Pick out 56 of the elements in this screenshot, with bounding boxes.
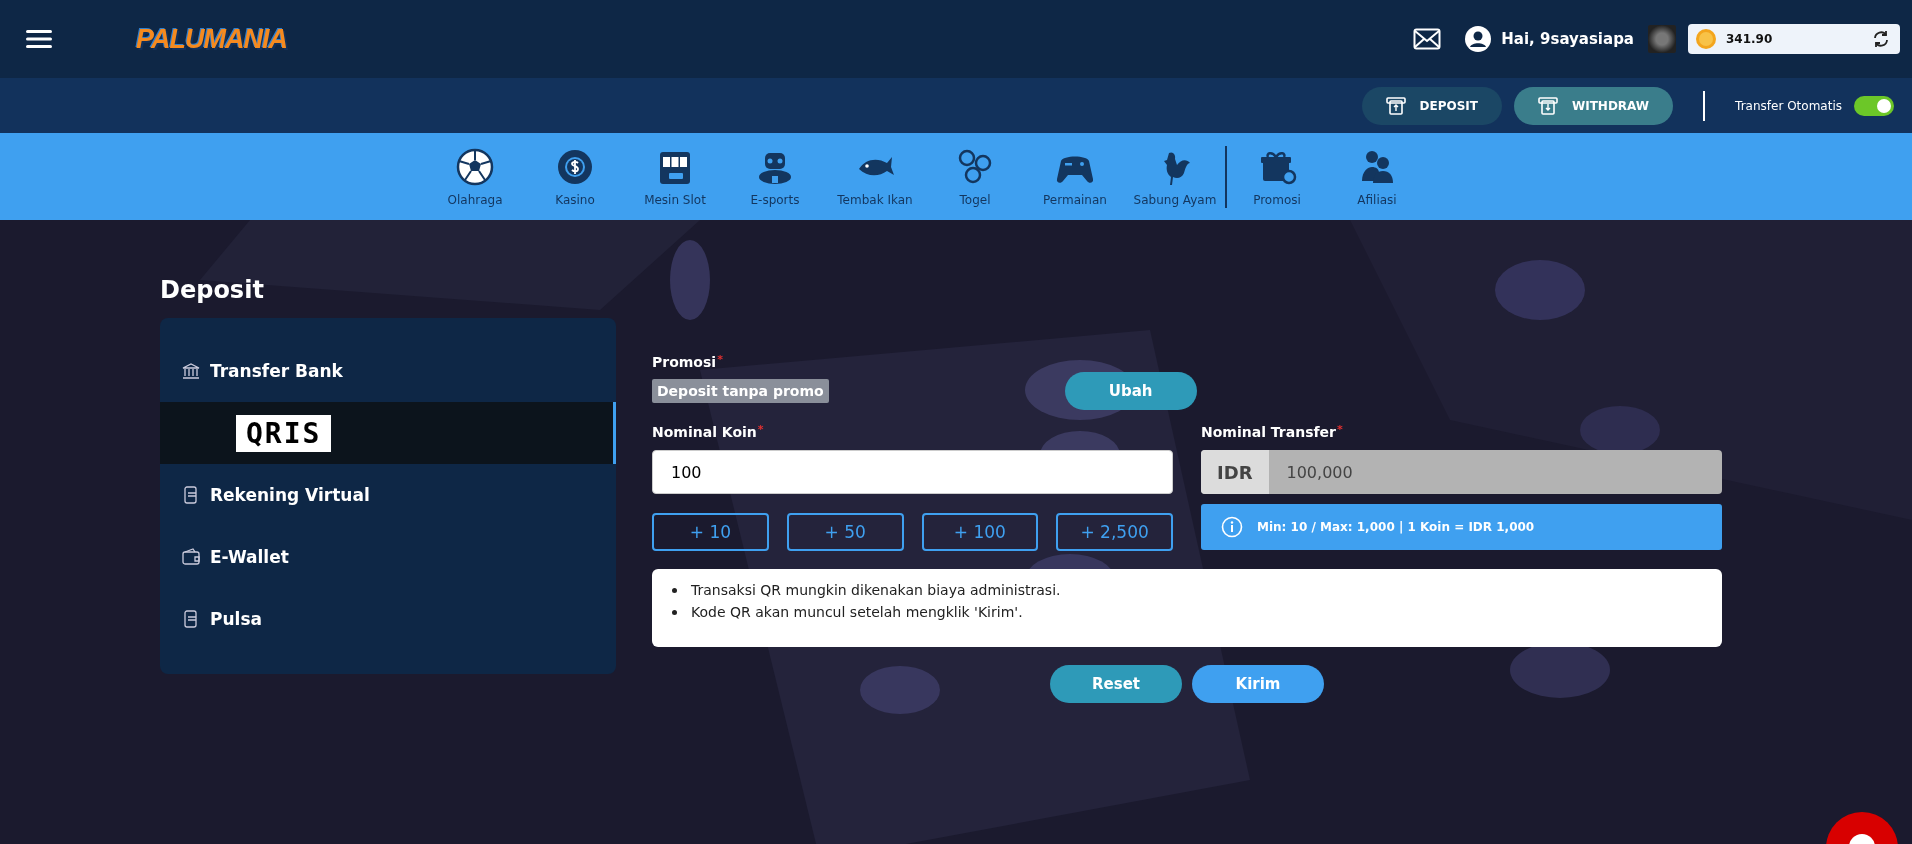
submit-button[interactable]: Kirim — [1192, 665, 1324, 703]
auto-transfer-toggle[interactable] — [1854, 95, 1894, 116]
payment-method-item[interactable]: Rekening Virtual — [160, 464, 616, 526]
ball-icon — [455, 146, 495, 187]
nav-item[interactable]: Togel — [925, 146, 1025, 207]
required-mark: * — [717, 354, 723, 365]
auto-transfer-label: Transfer Otomatis — [1735, 98, 1842, 113]
nav-item[interactable]: Kasino — [525, 146, 625, 207]
required-mark: * — [757, 424, 764, 435]
coin-icon — [1696, 29, 1716, 49]
quick-amount-button[interactable]: + 100 — [921, 513, 1039, 551]
info-text: Min: 10 / Max: 1,000 | 1 Koin = IDR 1,000 — [1257, 520, 1535, 534]
site-logo[interactable]: PALUMANIA — [136, 23, 287, 55]
quick-amount-button[interactable]: + 2,500 — [1056, 513, 1173, 551]
info-icon — [1221, 516, 1243, 538]
payment-method-item[interactable]: Pulsa — [160, 588, 616, 650]
deposit-button[interactable]: DEPOSIT — [1361, 86, 1502, 125]
transfer-amount-field: IDR 100,000 — [1201, 450, 1722, 494]
change-button[interactable]: Ubah — [1064, 372, 1197, 410]
balance-amount: 341.90 — [1726, 32, 1774, 46]
note-text: Transaksi QR mungkin dikenakan biaya administrasi. — [691, 581, 1061, 600]
field-label: Nominal Koin$^{*}$ — [652, 424, 765, 440]
reset-button[interactable]: Reset — [1050, 665, 1182, 703]
page-title: Deposit — [160, 276, 265, 304]
payment-method-item[interactable]: Transfer Bank — [160, 340, 616, 402]
user-greeting: Hai, 9sayasiapa — [1501, 30, 1634, 48]
phone-icon — [182, 486, 200, 504]
user-icon — [1465, 26, 1492, 52]
field-label: Nominal Transfer$^{*}$ — [1201, 424, 1344, 440]
refresh-icon[interactable] — [1872, 30, 1890, 48]
field-label: Promosi$^{*}$ — [652, 354, 724, 370]
atm-icon — [1537, 95, 1558, 116]
payment-method-item[interactable]: E-Wallet — [160, 526, 616, 588]
mail-icon[interactable] — [1413, 28, 1442, 50]
quick-amount-button[interactable]: + 10 — [652, 513, 769, 551]
nav-item[interactable]: Permainan — [1025, 146, 1125, 207]
menu-icon[interactable] — [26, 29, 52, 49]
nav-item[interactable]: Tembak Ikan — [825, 146, 925, 207]
required-mark: * — [1336, 424, 1343, 435]
nav-item[interactable]: Mesin Slot — [625, 146, 725, 207]
promo-tag: Deposit tanpa promo — [652, 379, 829, 403]
withdraw-button[interactable]: WITHDRAW — [1513, 86, 1674, 125]
avatar-icon[interactable] — [1648, 25, 1676, 53]
nav-item[interactable]: E-sports — [725, 146, 825, 207]
nav-item[interactable]: Sabung Ayam — [1125, 146, 1225, 207]
quick-amount-button[interactable]: + 50 — [786, 513, 904, 551]
nav-item[interactable]: Afiliasi — [1327, 146, 1427, 207]
payment-method-item[interactable]: QRIS — [160, 402, 616, 464]
note-text: Kode QR akan muncul setelah mengklik 'Kirim'. — [691, 603, 1023, 622]
coin-amount-field[interactable]: 100 — [652, 450, 1173, 494]
nav-item[interactable]: Promosi — [1227, 146, 1327, 207]
atm-icon — [1385, 95, 1406, 116]
phone-icon — [182, 610, 200, 628]
wallet-icon — [182, 548, 200, 566]
bank-icon — [182, 362, 200, 380]
nav-item[interactable]: Olahraga — [425, 146, 525, 207]
